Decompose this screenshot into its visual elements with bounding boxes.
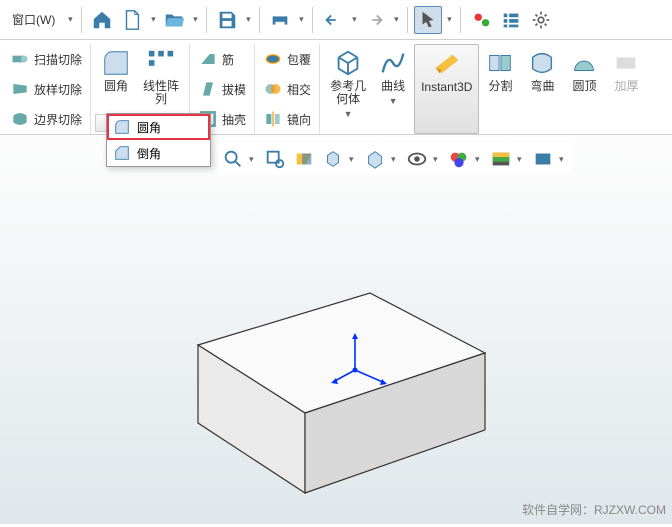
label: 倒角: [137, 145, 161, 162]
ribbon-group-cut: 扫描切除 放样切除 边界切除: [2, 44, 91, 134]
dropdown-icon[interactable]: ▾: [296, 14, 306, 25]
open-file-icon[interactable]: [160, 6, 188, 34]
new-file-icon[interactable]: [118, 6, 146, 34]
ribbon-group-5: 参考几 何体▼ 曲线▼ Instant3D 分割 弯曲 圆顶 加厚: [320, 44, 651, 134]
ref-geometry-button[interactable]: 参考几 何体▼: [324, 44, 372, 134]
dropdown-icon[interactable]: ▾: [517, 154, 527, 165]
flex-button[interactable]: 弯曲: [521, 44, 563, 134]
scene-icon[interactable]: [488, 146, 514, 172]
undo-icon[interactable]: [319, 6, 347, 34]
dropdown-icon[interactable]: ▾: [349, 154, 359, 165]
display-style-icon[interactable]: [362, 146, 388, 172]
label: 曲线: [381, 80, 405, 93]
label: 弯曲: [530, 80, 554, 93]
mirror-button[interactable]: 镜向: [259, 107, 315, 131]
rib-button[interactable]: 筋: [194, 47, 238, 71]
fillet-flyout-menu: 圆角 倒角: [106, 113, 211, 167]
dropdown-icon[interactable]: ▾: [391, 14, 401, 25]
home-icon[interactable]: [88, 6, 116, 34]
thicken-button[interactable]: 加厚: [605, 44, 647, 134]
zoom-fit-icon[interactable]: [220, 146, 246, 172]
rebuild-icon[interactable]: [467, 6, 495, 34]
label: 边界切除: [34, 111, 82, 128]
appearance-icon[interactable]: [446, 146, 472, 172]
linear-pattern-button[interactable]: 线性阵 列: [137, 44, 185, 116]
label: 分割: [488, 80, 512, 93]
ribbon-toolbar: 扫描切除 放样切除 边界切除 圆角 线性阵 列 ▼ 筋 拔模 抽壳 包覆 相交 …: [0, 40, 672, 135]
flyout-chamfer[interactable]: 倒角: [107, 140, 210, 166]
label: 筋: [222, 51, 234, 68]
watermark-text: 软件自学网：RJZXW.COM: [522, 501, 666, 518]
redo-icon[interactable]: [361, 6, 389, 34]
dropdown-icon[interactable]: ▾: [243, 14, 253, 25]
dropdown-icon[interactable]: ▾: [559, 154, 569, 165]
boundary-cut-button[interactable]: 边界切除: [6, 107, 86, 131]
save-icon[interactable]: [213, 6, 241, 34]
dropdown-icon[interactable]: ▾: [349, 14, 359, 25]
instant3d-button[interactable]: Instant3D: [414, 44, 479, 134]
list-icon[interactable]: [497, 6, 525, 34]
split-button[interactable]: 分割: [479, 44, 521, 134]
label: 镜向: [287, 111, 311, 128]
ribbon-group-4: 包覆 相交 镜向: [255, 44, 320, 134]
window-menu[interactable]: 窗口(W): [4, 11, 63, 28]
label: 抽壳: [222, 111, 246, 128]
3d-box-model: [198, 293, 485, 493]
view-orientation-icon[interactable]: [320, 146, 346, 172]
curves-button[interactable]: 曲线▼: [372, 44, 414, 134]
zoom-area-icon[interactable]: [262, 146, 288, 172]
label: 圆角: [137, 119, 161, 136]
render-icon[interactable]: [530, 146, 556, 172]
label: Instant3D: [421, 81, 472, 94]
label: 包覆: [287, 51, 311, 68]
label: 放样切除: [34, 81, 82, 98]
dropdown-icon[interactable]: ▾: [433, 154, 443, 165]
dropdown-icon[interactable]: ▾: [65, 14, 75, 25]
sweep-cut-button[interactable]: 扫描切除: [6, 47, 86, 71]
main-toolbar: 窗口(W) ▾ ▾ ▾ ▾ ▾ ▾ ▾ ▾: [0, 0, 672, 40]
dropdown-icon[interactable]: ▾: [475, 154, 485, 165]
3d-viewport[interactable]: [0, 135, 672, 524]
loft-cut-button[interactable]: 放样切除: [6, 77, 86, 101]
label: 圆顶: [572, 80, 596, 93]
settings-gear-icon[interactable]: [527, 6, 555, 34]
draft-button[interactable]: 拔模: [194, 77, 250, 101]
label: 相交: [287, 81, 311, 98]
dropdown-icon[interactable]: ▾: [391, 154, 401, 165]
flyout-fillet[interactable]: 圆角: [107, 114, 210, 140]
dropdown-icon[interactable]: ▾: [249, 154, 259, 165]
dropdown-icon[interactable]: ▾: [190, 14, 200, 25]
label: 加厚: [614, 80, 638, 93]
dropdown-icon[interactable]: ▾: [148, 14, 158, 25]
fillet-button[interactable]: 圆角: [95, 44, 137, 116]
label: 圆角: [104, 80, 128, 93]
intersect-button[interactable]: 相交: [259, 77, 315, 101]
dome-button[interactable]: 圆顶: [563, 44, 605, 134]
section-view-icon[interactable]: [291, 146, 317, 172]
label: 线性阵 列: [143, 80, 179, 106]
print-icon[interactable]: [266, 6, 294, 34]
hide-show-icon[interactable]: [404, 146, 430, 172]
view-context-toolbar: ▾ ▾ ▾ ▾ ▾ ▾ ▾: [218, 143, 571, 175]
wrap-button[interactable]: 包覆: [259, 47, 315, 71]
dropdown-icon[interactable]: ▾: [444, 14, 454, 25]
select-arrow-icon[interactable]: [414, 6, 442, 34]
label: 拔模: [222, 81, 246, 98]
label: 扫描切除: [34, 51, 82, 68]
label: 参考几 何体: [330, 80, 366, 106]
